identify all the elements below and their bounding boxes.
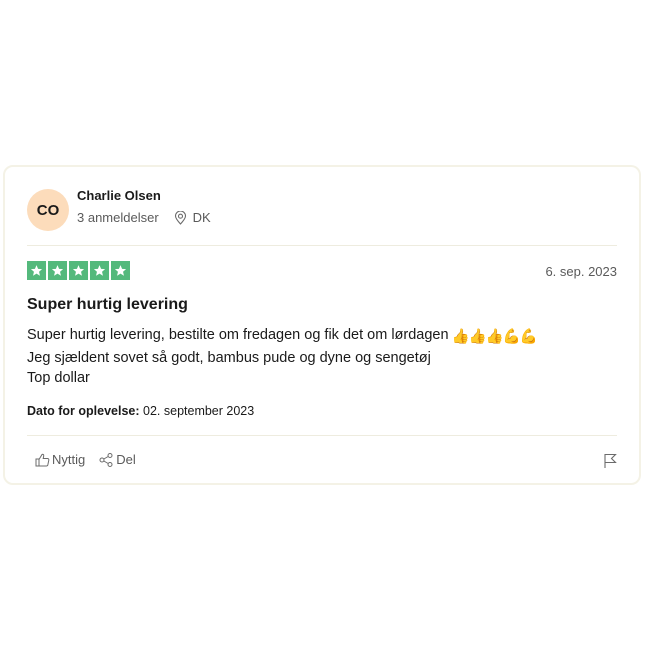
review-actions: Nyttig Del: [35, 452, 136, 467]
star-icon: [114, 265, 127, 276]
share-icon: [99, 452, 113, 467]
country-code: DK: [192, 210, 211, 225]
star-icon: [51, 265, 64, 276]
star-box: [48, 261, 67, 280]
review-title[interactable]: Super hurtig levering: [27, 296, 188, 314]
star-rating: [27, 261, 130, 280]
review-body-line: Top dollar: [27, 370, 90, 386]
useful-button[interactable]: Nyttig: [35, 452, 85, 467]
report-button[interactable]: [603, 453, 617, 474]
consumer-details: Charlie Olsen 3 anmeldelser DK: [77, 188, 211, 226]
share-label: Del: [116, 452, 136, 467]
experience-date-label: Dato for oplevelse:: [27, 404, 140, 418]
emoji-group: 👍👍👍💪💪: [451, 329, 538, 345]
review-body-text: Super hurtig levering, bestilte om freda…: [27, 327, 449, 343]
avatar[interactable]: CO: [27, 189, 69, 231]
consumer-info: CO Charlie Olsen 3 anmeldelser DK: [27, 188, 211, 232]
useful-label: Nyttig: [52, 452, 86, 467]
review-body-line: Super hurtig levering, bestilte om freda…: [27, 325, 538, 348]
review-body: Super hurtig levering, bestilte om freda…: [27, 325, 538, 389]
share-button[interactable]: Del: [99, 452, 136, 467]
review-count: 3 anmeldelser: [77, 210, 159, 225]
star-box: [69, 261, 88, 280]
flag-icon: [604, 453, 617, 468]
experience-date-value: 02. september 2023: [143, 404, 255, 418]
consumer-meta: 3 anmeldelser DK: [77, 210, 211, 226]
star-box: [27, 261, 46, 280]
header-divider: [27, 245, 617, 246]
consumer-name[interactable]: Charlie Olsen: [77, 188, 211, 204]
footer-divider: [27, 435, 617, 436]
star-icon: [30, 265, 43, 276]
location-pin-icon: [174, 211, 186, 225]
consumer-location: DK: [174, 210, 211, 226]
thumbs-up-icon: [35, 453, 50, 466]
review-card-content: CO Charlie Olsen 3 anmeldelser DK 6. sep…: [27, 167, 617, 483]
star-box: [111, 261, 130, 280]
star-icon: [72, 265, 85, 276]
experience-date: Dato for oplevelse: 02. september 2023: [27, 404, 254, 418]
review-card: CO Charlie Olsen 3 anmeldelser DK 6. sep…: [3, 165, 641, 485]
published-date: 6. sep. 2023: [545, 264, 617, 279]
review-body-line: Jeg sjældent sovet så godt, bambus pude …: [27, 349, 431, 366]
star-box: [90, 261, 109, 280]
star-icon: [93, 265, 106, 276]
